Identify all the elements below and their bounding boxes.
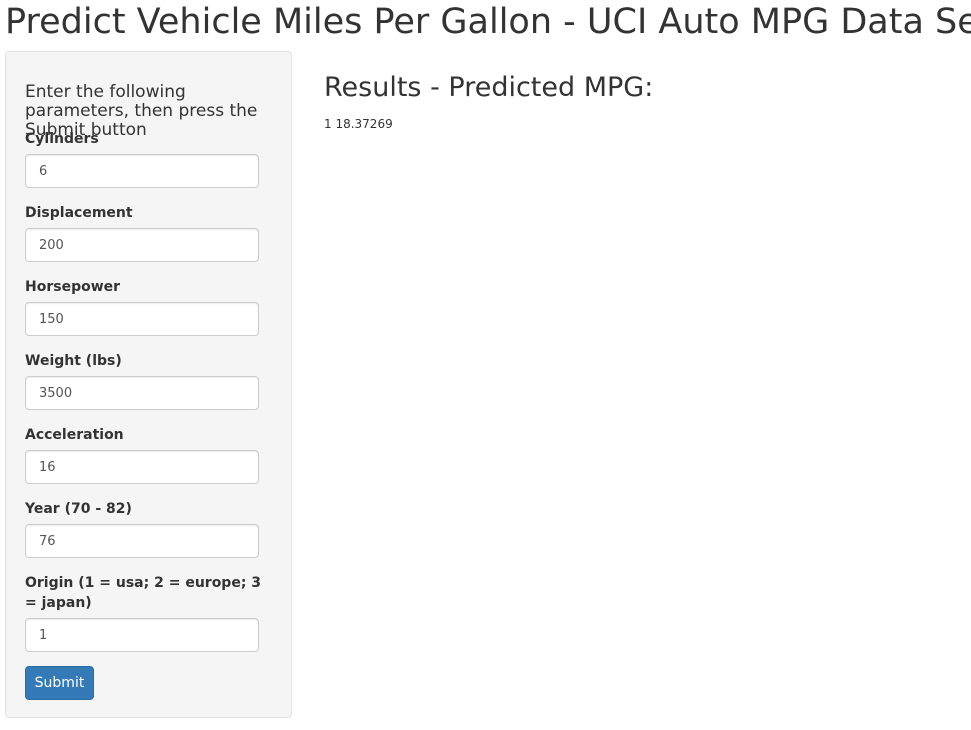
origin-label: Origin (1 = usa; 2 = europe; 3 = japan) [25, 575, 262, 611]
displacement-input[interactable] [25, 228, 259, 262]
acceleration-label: Acceleration [25, 427, 124, 443]
page-title: Predict Vehicle Miles Per Gallon - UCI A… [5, 2, 971, 42]
results-title: Results - Predicted MPG: [324, 72, 654, 103]
weight-label: Weight (lbs) [25, 353, 122, 369]
weight-input[interactable] [25, 376, 259, 410]
year-input[interactable] [25, 524, 259, 558]
predicted-mpg-output: 1 18.37269 [324, 117, 393, 131]
cylinders-input[interactable] [25, 154, 259, 188]
displacement-label: Displacement [25, 205, 133, 221]
horsepower-input[interactable] [25, 302, 259, 336]
cylinders-label: Cylinders [25, 131, 99, 147]
year-label: Year (70 - 82) [25, 501, 132, 517]
horsepower-label: Horsepower [25, 279, 121, 295]
acceleration-input[interactable] [25, 450, 259, 484]
submit-button[interactable]: Submit [25, 666, 94, 700]
origin-input[interactable] [25, 618, 259, 652]
parameters-panel: Enter the following parameters, then pre… [5, 51, 292, 718]
